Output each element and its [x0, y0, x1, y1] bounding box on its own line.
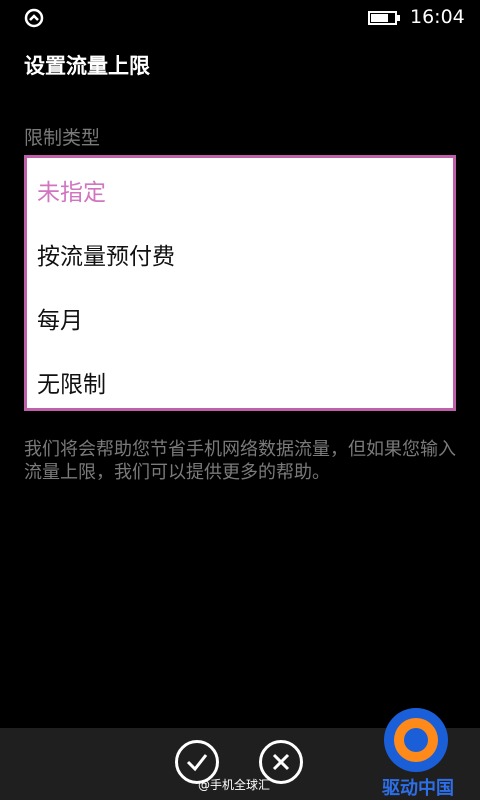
- option-unspecified[interactable]: 未指定: [37, 173, 106, 207]
- watermark-logo: 驱动中国: [382, 708, 454, 799]
- status-bar: 16:04: [0, 0, 480, 34]
- limit-type-label: 限制类型: [24, 127, 101, 149]
- svg-text:驱动中国: 驱动中国: [382, 777, 454, 799]
- checkmark-icon: [186, 754, 208, 772]
- option-unlimited[interactable]: 无限制: [37, 365, 106, 399]
- close-icon: [272, 753, 290, 771]
- page-title: 设置流量上限: [24, 54, 150, 78]
- clock: 16:04: [410, 6, 465, 28]
- battery-icon: [368, 11, 400, 25]
- option-monthly[interactable]: 每月: [37, 301, 83, 335]
- data-sense-icon: [24, 8, 44, 28]
- weibo-watermark: @手机全球汇: [198, 778, 271, 792]
- help-text: 我们将会帮助您节省手机网络数据流量，但如果您输入流量上限，我们可以提供更多的帮助…: [24, 439, 456, 483]
- option-prepaid-by-data[interactable]: 按流量预付费: [37, 237, 175, 271]
- limit-type-listbox[interactable]: 未指定 按流量预付费 每月 无限制: [24, 155, 456, 411]
